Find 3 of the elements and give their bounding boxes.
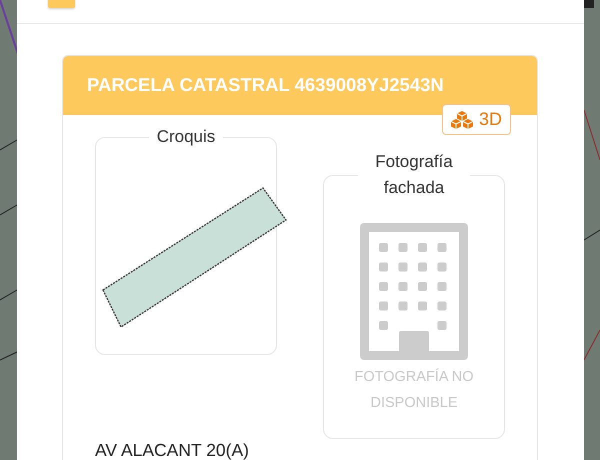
sketch-label: Croquis [156,127,216,147]
photo-label: Fotografía fachada [374,151,454,199]
parcel-address: AV ALACANT 20(A) [95,440,249,460]
